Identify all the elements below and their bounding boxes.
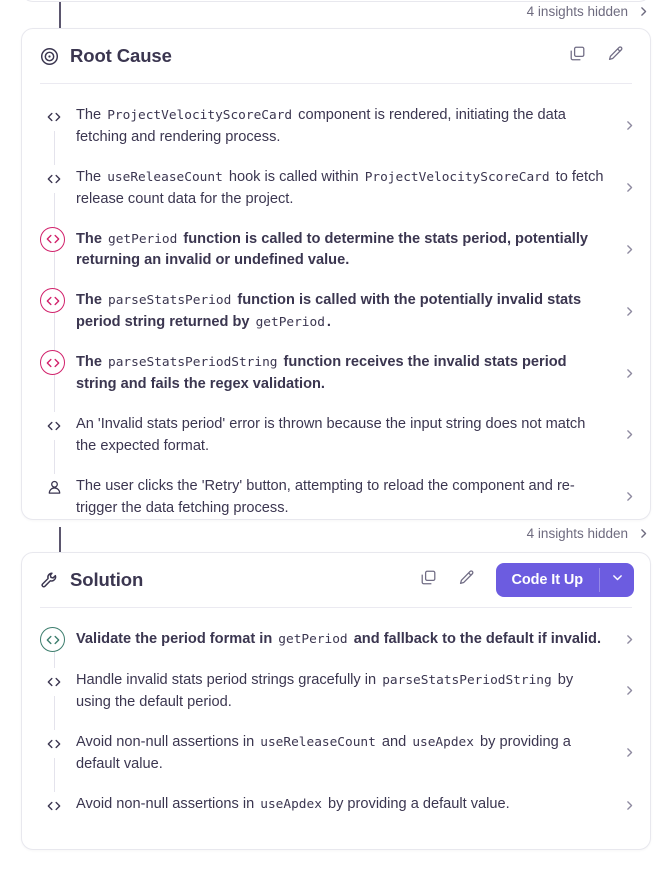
pencil-icon <box>458 569 475 591</box>
chevron-right-icon[interactable] <box>619 799 636 812</box>
hidden-insights-label: 4 insights hidden <box>526 4 628 19</box>
root-cause-item-text: The ProjectVelocityScoreCard component i… <box>76 107 566 145</box>
root-cause-item-text: The parseStatsPeriod function is called … <box>76 292 582 331</box>
hidden-insights-label: 4 insights hidden <box>526 526 628 541</box>
root-cause-title-group: Root Cause <box>40 45 558 67</box>
code-icon <box>40 103 68 131</box>
copy-button[interactable] <box>558 37 596 75</box>
page-title: Solution <box>70 569 144 590</box>
chevron-right-icon[interactable] <box>619 243 636 256</box>
hidden-insights-toggle-mid[interactable]: 4 insights hidden <box>527 526 650 541</box>
solution-item[interactable]: Validate the period format in getPeriod … <box>22 619 650 660</box>
copy-icon <box>569 45 586 67</box>
code-icon <box>40 627 65 652</box>
chevron-right-icon[interactable] <box>619 633 636 646</box>
solution-item-text: Validate the period format in getPeriod … <box>76 631 602 647</box>
solution-title-group: Solution <box>40 569 410 591</box>
code-icon <box>40 350 65 376</box>
code-it-up-split-button: Code It Up <box>495 563 634 597</box>
solution-item[interactable]: Handle invalid stats period strings grac… <box>22 660 650 722</box>
solution-header: Solution Code It Up <box>22 553 650 607</box>
hidden-insights-toggle-top[interactable]: 4 insights hidden <box>527 4 650 19</box>
root-cause-actions <box>558 37 634 75</box>
solution-actions: Code It Up <box>410 561 634 599</box>
chevron-down-icon <box>611 571 624 589</box>
root-cause-item[interactable]: The parseStatsPeriodString function rece… <box>22 342 650 404</box>
solution-item[interactable]: Avoid non-null assertions in useReleaseC… <box>22 721 650 784</box>
code-icon <box>40 791 68 820</box>
root-cause-card: Root Cause The ProjectVelocityScoreCard … <box>21 28 651 520</box>
chevron-right-icon[interactable] <box>619 181 636 194</box>
edit-button[interactable] <box>448 561 486 599</box>
root-cause-item[interactable]: The getPeriod function is called to dete… <box>22 218 650 281</box>
page-title: Root Cause <box>70 45 172 66</box>
solution-insight-list: Validate the period format in getPeriod … <box>22 608 650 840</box>
root-cause-item-text: The parseStatsPeriodString function rece… <box>76 354 567 393</box>
code-icon <box>40 668 68 696</box>
root-cause-item[interactable]: The useReleaseCount hook is called withi… <box>22 156 650 219</box>
wrench-icon <box>40 571 59 590</box>
root-cause-item-text: The user clicks the 'Retry' button, atte… <box>76 477 575 516</box>
code-it-up-dropdown-button[interactable] <box>600 563 634 597</box>
chevron-right-icon[interactable] <box>619 746 636 759</box>
chevron-right-icon[interactable] <box>619 305 636 318</box>
chevron-right-icon[interactable] <box>619 119 636 132</box>
copy-icon <box>420 569 437 591</box>
code-icon <box>40 226 65 252</box>
previous-card-stub <box>21 0 651 2</box>
chevron-right-icon[interactable] <box>619 428 636 441</box>
root-cause-item-text: The useReleaseCount hook is called withi… <box>76 168 604 207</box>
copy-button[interactable] <box>410 561 448 599</box>
card-connector-line <box>59 2 61 28</box>
root-cause-item-text: The getPeriod function is called to dete… <box>76 230 589 269</box>
chevron-right-icon[interactable] <box>619 684 636 697</box>
code-it-up-button[interactable]: Code It Up <box>496 563 600 597</box>
code-icon <box>40 411 68 440</box>
root-cause-item[interactable]: The ProjectVelocityScoreCard component i… <box>22 95 650 157</box>
pencil-icon <box>607 45 624 67</box>
chevron-right-icon[interactable] <box>619 490 636 503</box>
code-icon <box>40 729 68 758</box>
solution-item-text: Avoid non-null assertions in useApdex by… <box>76 795 510 812</box>
chevron-right-icon <box>637 527 650 540</box>
root-cause-item[interactable]: The parseStatsPeriod function is called … <box>22 280 650 343</box>
code-icon <box>40 288 65 314</box>
root-cause-header: Root Cause <box>22 29 650 83</box>
code-icon <box>40 164 68 193</box>
chevron-right-icon[interactable] <box>619 367 636 380</box>
root-cause-insight-list: The ProjectVelocityScoreCard component i… <box>22 84 650 539</box>
root-cause-item[interactable]: An 'Invalid stats period' error is throw… <box>22 403 650 466</box>
target-icon <box>40 47 59 66</box>
solution-item-text: Avoid non-null assertions in useReleaseC… <box>76 733 571 772</box>
solution-item-text: Handle invalid stats period strings grac… <box>76 672 574 710</box>
solution-card: Solution Code It Up Validate the period … <box>21 552 651 850</box>
insights-page: 4 insights hidden Root Cause The Project… <box>0 0 672 881</box>
chevron-right-icon <box>637 5 650 18</box>
edit-button[interactable] <box>596 37 634 75</box>
solution-item[interactable]: Avoid non-null assertions in useApdex by… <box>22 783 650 828</box>
user-icon <box>40 473 68 502</box>
root-cause-item-text: An 'Invalid stats period' error is throw… <box>76 415 586 454</box>
root-cause-item[interactable]: The user clicks the 'Retry' button, atte… <box>22 465 650 528</box>
